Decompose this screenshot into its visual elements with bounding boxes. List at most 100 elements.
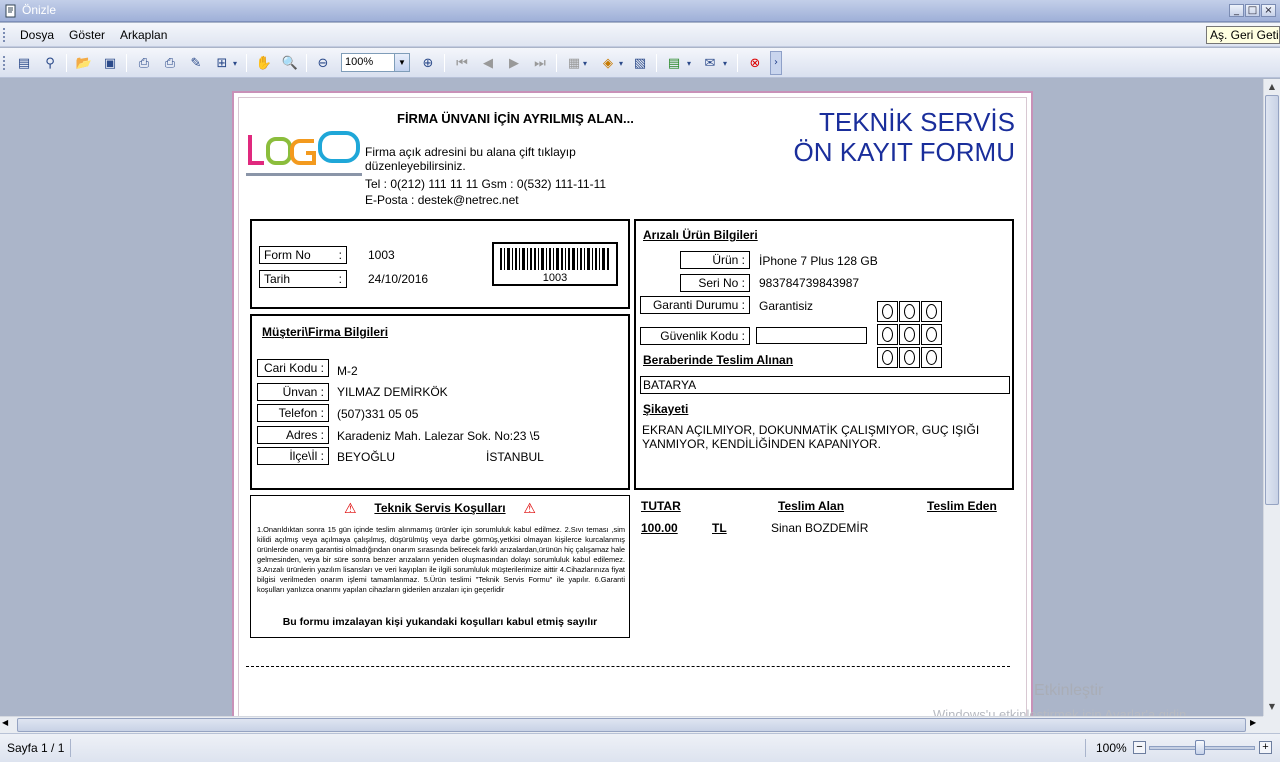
dropdown-arrow-icon[interactable]: ▾ xyxy=(720,53,730,73)
scroll-right-icon[interactable]: ▶ xyxy=(1250,718,1256,727)
print-icon[interactable]: ⎙ xyxy=(160,53,180,73)
form-heading-2: ÖN KAYIT FORMU xyxy=(793,137,1016,167)
pattern-dot xyxy=(899,324,920,345)
dropdown-arrow-icon[interactable]: ▾ xyxy=(580,53,590,73)
guvenlik-label: Güvenlik Kodu : xyxy=(640,327,750,345)
zoom-out-button[interactable]: − xyxy=(1133,741,1146,754)
scroll-up-icon[interactable]: ▲ xyxy=(1265,80,1279,94)
status-divider xyxy=(70,739,71,757)
document-map-icon[interactable]: ▤ xyxy=(14,53,34,73)
last-page-icon[interactable]: ⏭ xyxy=(530,53,550,73)
terms-text: 1.Onarıldıktan sonra 15 gün içinde tesli… xyxy=(257,525,625,594)
barcode-text: 1003 xyxy=(542,272,568,284)
pattern-dot xyxy=(921,301,942,322)
zoom-slider-thumb[interactable] xyxy=(1195,740,1205,755)
teslim-eden-label: Teslim Eden xyxy=(927,499,997,513)
vertical-scrollbar[interactable]: ▲ ▼ xyxy=(1263,79,1280,716)
save-icon[interactable]: ▣ xyxy=(100,53,120,73)
adres-label: Adres : xyxy=(257,426,329,444)
exit-icon[interactable]: ⊗ xyxy=(745,53,765,73)
toolbar-grip-icon[interactable] xyxy=(3,56,7,70)
menu-arkaplan[interactable]: Arkaplan xyxy=(120,28,167,42)
menu-dosya[interactable]: Dosya xyxy=(20,28,54,42)
urun-label: Ürün : xyxy=(680,251,750,269)
first-page-icon[interactable]: ⏮ xyxy=(452,53,472,73)
terms-footer: Bu formu imzalayan kişi yukandaki koşull… xyxy=(282,616,598,628)
menu-bar: Dosya Göster Arkaplan xyxy=(0,23,1280,47)
form-no-value: 1003 xyxy=(368,248,395,262)
chevron-down-icon[interactable]: ▼ xyxy=(394,54,409,71)
dropdown-arrow-icon[interactable]: ▾ xyxy=(230,53,240,73)
status-bar: Sayfa 1 / 1 100% − + xyxy=(0,733,1280,762)
zoom-out-icon[interactable]: ⊖ xyxy=(313,53,333,73)
address-line-2: düzenleyebilirsiniz. xyxy=(365,159,466,173)
minimize-button[interactable]: _ xyxy=(1229,4,1244,17)
pattern-dot xyxy=(899,301,920,322)
tutar-label: TUTAR xyxy=(641,499,681,513)
urun-value: İPhone 7 Plus 128 GB xyxy=(759,254,878,268)
form-no-label: Form No: xyxy=(259,246,347,264)
telefon-label: Telefon : xyxy=(257,404,329,422)
teslim-alan-value: Sinan BOZDEMİR xyxy=(771,521,869,535)
pattern-dot xyxy=(921,324,942,345)
zoom-in-button[interactable]: + xyxy=(1259,741,1272,754)
warning-icon: ⚠ xyxy=(344,501,357,517)
find-icon[interactable]: ⚲ xyxy=(40,53,60,73)
dropdown-arrow-icon[interactable]: ▾ xyxy=(684,53,694,73)
horizontal-scrollbar[interactable]: ◀ ▶ xyxy=(0,716,1263,733)
watermark-icon[interactable]: ▧ xyxy=(630,53,650,73)
pattern-dot xyxy=(877,347,898,368)
dropdown-arrow-icon[interactable]: ▾ xyxy=(616,53,626,73)
scroll-left-icon[interactable]: ◀ xyxy=(2,718,8,727)
seri-label: Seri No : xyxy=(680,274,750,292)
previous-page-icon[interactable]: ◀ xyxy=(478,53,498,73)
open-icon[interactable]: 📂 xyxy=(74,53,94,73)
next-page-icon[interactable]: ▶ xyxy=(504,53,524,73)
email-icon[interactable]: ✉ xyxy=(700,53,720,73)
currency: TL xyxy=(712,521,727,535)
address-line-1: Firma açık adresini bu alana çift tıklay… xyxy=(365,145,576,159)
print-setup-icon[interactable]: ⎙ xyxy=(134,53,154,73)
app-icon xyxy=(5,4,16,18)
terms-box: ⚠ Teknik Servis Koşulları ⚠ 1.Onarıldıkt… xyxy=(250,495,630,638)
customer-section-title: Müşteri\Firma Bilgileri xyxy=(262,325,389,339)
sikayet-value: EKRAN AÇILMIYOR, DOKUNMATİK ÇALIŞMIYOR, … xyxy=(642,423,980,451)
scale-icon[interactable]: ⊞ xyxy=(212,53,232,73)
il-value: İSTANBUL xyxy=(486,450,544,464)
pattern-dot xyxy=(877,301,898,322)
seri-value: 983784739843987 xyxy=(759,276,860,290)
maximize-button[interactable]: □ xyxy=(1245,4,1260,17)
page-setup-icon[interactable]: ✎ xyxy=(186,53,206,73)
ilce-value: BEYOĞLU xyxy=(337,450,396,464)
unvan-value: YILMAZ DEMİRKÖK xyxy=(337,385,448,399)
cari-value: M-2 xyxy=(337,364,358,378)
hand-tool-icon[interactable]: ✋ xyxy=(254,53,274,73)
toolbar: ▤ ⚲ 📂 ▣ ⎙ ⎙ ✎ ⊞ ▾ ✋ 🔍 ⊖ ⊕ ⏮ ◀ ▶ ⏭ ▦ ▾ ◈ … xyxy=(0,48,1280,78)
horizontal-scroll-thumb[interactable] xyxy=(17,718,1246,732)
export-icon[interactable]: ▤ xyxy=(664,53,684,73)
adres-value: Karadeniz Mah. Lalezar Sok. No:23 \5 xyxy=(337,429,540,443)
zoom-in-icon[interactable]: ⊕ xyxy=(418,53,438,73)
page-indicator: Sayfa 1 / 1 xyxy=(7,741,65,755)
background-color-icon[interactable]: ◈ xyxy=(598,53,618,73)
scroll-corner xyxy=(1263,716,1280,733)
window-title: Önizle xyxy=(22,3,57,17)
telefon-value: (507)331 05 05 xyxy=(337,407,419,421)
logo xyxy=(246,131,362,176)
zoom-combo-value: 100% xyxy=(345,56,374,68)
menu-goster[interactable]: Göster xyxy=(69,28,105,42)
magnifier-icon[interactable]: 🔍 xyxy=(280,53,300,73)
zoom-combo[interactable]: 100% ▼ xyxy=(341,53,410,72)
scroll-down-icon[interactable]: ▼ xyxy=(1265,700,1279,714)
date-value: 24/10/2016 xyxy=(368,272,429,286)
vertical-scroll-thumb[interactable] xyxy=(1265,95,1279,505)
phone-line: Tel : 0(212) 111 11 11 Gsm : 0(532) 111-… xyxy=(365,177,607,191)
close-button[interactable]: × xyxy=(1261,4,1276,17)
product-section-title: Arızalı Ürün Bilgileri xyxy=(643,228,758,242)
unvan-label: Ünvan : xyxy=(257,383,329,401)
garanti-label: Garanti Durumu : xyxy=(640,296,750,314)
barcode-bars xyxy=(500,248,609,270)
toolbar-overflow-button[interactable]: › xyxy=(770,51,782,75)
garanti-value: Garantisiz xyxy=(759,299,814,313)
menu-grip-icon[interactable] xyxy=(3,28,7,42)
